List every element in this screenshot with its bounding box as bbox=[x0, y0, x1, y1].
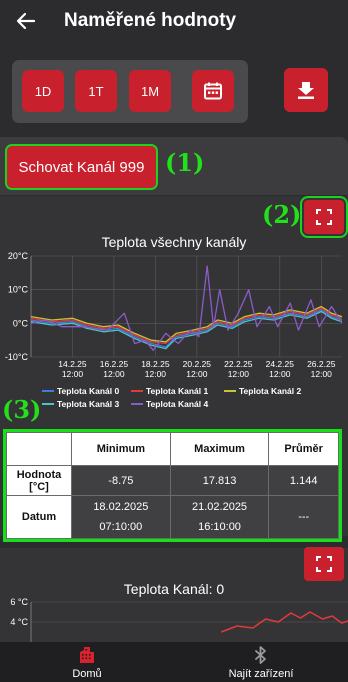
y-tick-label: 4 °C bbox=[10, 617, 28, 627]
y-tick-label: 0°C bbox=[13, 318, 29, 328]
x-tick-time: 12:00 bbox=[186, 369, 208, 379]
stats-table: Minimum Maximum Průměr Hodnota [°C] -8.7… bbox=[3, 429, 342, 542]
x-tick-date: 18.2.25 bbox=[141, 359, 170, 369]
legend-label-2: Teplota Kanál 2 bbox=[239, 386, 301, 396]
stats-min-date-cell: 18.02.2025 07:10:00 bbox=[71, 495, 171, 539]
range-1m-button[interactable]: 1M bbox=[129, 70, 171, 112]
series-line-1 bbox=[30, 307, 343, 345]
stats-max-value: 17.813 bbox=[169, 465, 270, 496]
hide-channel-button[interactable]: Schovat Kanál 999 bbox=[5, 144, 158, 190]
nav-find-device[interactable]: Najít zařízení bbox=[174, 642, 348, 682]
y-tick-label: 20°C bbox=[8, 251, 29, 261]
stats-row-label-value: Hodnota [°C] bbox=[6, 465, 72, 496]
range-button-group: 1D 1T 1M bbox=[12, 60, 248, 123]
nav-home-label: Domů bbox=[72, 668, 102, 680]
legend-label-3: Teplota Kanál 3 bbox=[57, 399, 119, 409]
stats-header-max: Maximum bbox=[169, 432, 270, 466]
stats-min-time: 07:10:00 bbox=[99, 521, 143, 533]
annotation-2: (2) bbox=[262, 200, 302, 229]
series-line-4 bbox=[30, 265, 343, 351]
nav-home[interactable]: Domů bbox=[0, 642, 174, 682]
stats-min-date: 18.02.2025 bbox=[93, 501, 149, 513]
range-1d-button[interactable]: 1D bbox=[22, 70, 64, 112]
stats-avg-value: 1.144 bbox=[268, 465, 339, 496]
x-tick-time: 12:00 bbox=[103, 369, 125, 379]
legend-label-4: Teplota Kanál 4 bbox=[146, 399, 208, 409]
arrow-left-icon[interactable] bbox=[14, 9, 38, 33]
x-tick-time: 12:00 bbox=[145, 369, 167, 379]
annotation-1: (1) bbox=[165, 148, 205, 177]
stats-max-date: 21.02.2025 bbox=[192, 501, 248, 513]
x-tick-date: 16.2.25 bbox=[100, 359, 129, 369]
stats-avg-date: --- bbox=[268, 495, 339, 539]
bottom-nav: Domů Najít zařízení bbox=[0, 642, 348, 682]
stats-min-value: -8.75 bbox=[71, 465, 171, 496]
stats-max-time: 16:10:00 bbox=[198, 521, 241, 533]
calendar-icon bbox=[204, 82, 222, 100]
range-1t-button[interactable]: 1T bbox=[75, 70, 117, 112]
x-tick-time: 12:00 bbox=[269, 369, 291, 379]
x-tick-date: 22.2.25 bbox=[224, 359, 253, 369]
nav-find-device-label: Najít zařízení bbox=[228, 668, 294, 680]
building-icon bbox=[80, 647, 94, 663]
x-tick-date: 24.2.25 bbox=[266, 359, 295, 369]
legend-label-1: Teplota Kanál 1 bbox=[146, 386, 208, 396]
x-tick-date: 14.2.25 bbox=[58, 359, 87, 369]
annotation-3: (3) bbox=[2, 395, 42, 424]
calendar-button[interactable] bbox=[192, 70, 234, 112]
series-line-3 bbox=[30, 310, 343, 350]
download-icon bbox=[298, 82, 314, 99]
app-header: Naměřené hodnoty bbox=[0, 0, 348, 44]
fullscreen-icon bbox=[316, 556, 332, 572]
chart-title: Teplota Kanál: 0 bbox=[124, 581, 225, 597]
fullscreen-button-channel-0[interactable] bbox=[304, 547, 344, 581]
stats-header-avg: Průměr bbox=[268, 432, 339, 466]
y-tick-label: -10°C bbox=[5, 352, 29, 362]
x-tick-time: 12:00 bbox=[62, 369, 84, 379]
x-tick-date: 26.2.25 bbox=[307, 359, 336, 369]
y-tick-label: 10°C bbox=[8, 285, 29, 295]
y-tick-label: 6 °C bbox=[10, 597, 28, 607]
x-tick-time: 12:00 bbox=[228, 369, 250, 379]
stats-header-empty bbox=[6, 432, 72, 466]
x-tick-date: 20.2.25 bbox=[183, 359, 212, 369]
page-title: Naměřené hodnoty bbox=[64, 10, 237, 31]
chart-title: Teplota všechny kanály bbox=[102, 234, 247, 250]
stats-header-min: Minimum bbox=[71, 432, 171, 466]
channel-0-chart: Teplota Kanál: 0 6 °C 4 °C bbox=[10, 581, 348, 644]
all-channels-chart: Teplota všechny kanály 20°C 10°C 0°C -10°C 14… bbox=[5, 234, 343, 409]
stats-row-label-date: Datum bbox=[6, 495, 72, 539]
download-button[interactable] bbox=[284, 68, 328, 112]
fullscreen-icon bbox=[316, 209, 332, 225]
stats-max-date-cell: 21.02.2025 16:10:00 bbox=[169, 495, 270, 539]
x-tick-time: 12:00 bbox=[311, 369, 333, 379]
legend-label-0: Teplota Kanál 0 bbox=[57, 386, 119, 396]
bluetooth-icon bbox=[255, 646, 266, 664]
